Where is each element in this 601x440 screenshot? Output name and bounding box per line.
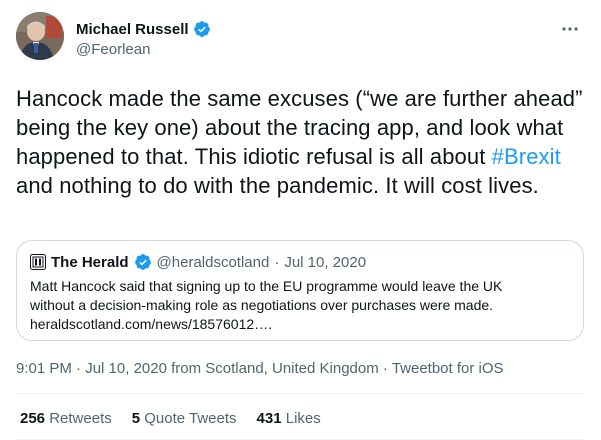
tweet-metadata: 9:01 PM · Jul 10, 2020 from Scotland, Un…: [16, 360, 504, 377]
separator-dot: ·: [76, 360, 82, 377]
retweets-stat[interactable]: 256 Retweets: [20, 410, 112, 427]
quoted-author-name: The Herald: [51, 253, 129, 271]
quoted-tweet-card[interactable]: The Herald @heraldscotland · Jul 10, 202…: [16, 240, 584, 341]
quoted-tweet-date: Jul 10, 2020: [284, 253, 367, 271]
retweets-count: 256: [20, 410, 46, 427]
avatar[interactable]: [16, 12, 64, 60]
quote-tweets-stat[interactable]: 5 Quote Tweets: [132, 410, 237, 427]
quote-tweets-count: 5: [131, 410, 141, 427]
verified-badge-icon: [134, 253, 152, 271]
more-options-icon[interactable]: [559, 18, 581, 40]
quote-tweets-label: Quote Tweets: [144, 410, 237, 427]
separator-dot: ·: [382, 360, 388, 377]
tweet: Michael Russell @Feorlean Hancock made t…: [0, 0, 601, 440]
tweet-client[interactable]: Tweetbot for iOS: [392, 360, 504, 377]
tweet-text: Hancock made the same excuses (“we are f…: [16, 84, 584, 200]
quoted-tweet-line: without a decision-making role as negoti…: [30, 297, 494, 313]
author-handle[interactable]: @Feorlean: [76, 41, 211, 58]
quoted-tweet-text: Matt Hancock said that signing up to the…: [30, 277, 570, 334]
engagement-stats: 256 Retweets 5 Quote Tweets 431 Likes: [20, 410, 321, 427]
author-name[interactable]: Michael Russell: [76, 21, 189, 38]
avatar-photo: [16, 12, 64, 60]
retweets-label: Retweets: [49, 410, 112, 427]
likes-count: 431: [256, 410, 282, 427]
hashtag-link[interactable]: #Brexit: [492, 144, 561, 169]
divider: [16, 393, 584, 394]
quoted-tweet-link: heraldscotland.com/news/18576012….: [30, 316, 273, 332]
herald-logo-icon: [30, 254, 46, 270]
likes-stat[interactable]: 431 Likes: [257, 410, 321, 427]
separator-dot: ·: [274, 253, 280, 271]
author-block: Michael Russell @Feorlean: [76, 19, 211, 58]
tweet-date-location[interactable]: Jul 10, 2020 from Scotland, United Kingd…: [85, 360, 379, 377]
verified-badge-icon: [193, 20, 211, 38]
tweet-text-part: and nothing to do with the pandemic. It …: [16, 173, 539, 198]
tweet-time[interactable]: 9:01 PM: [16, 360, 72, 377]
quoted-tweet-line: Matt Hancock said that signing up to the…: [30, 278, 503, 294]
likes-label: Likes: [285, 410, 321, 427]
quoted-author-handle: @heraldscotland: [156, 253, 270, 271]
quoted-tweet-header: The Herald @heraldscotland · Jul 10, 202…: [30, 253, 366, 271]
